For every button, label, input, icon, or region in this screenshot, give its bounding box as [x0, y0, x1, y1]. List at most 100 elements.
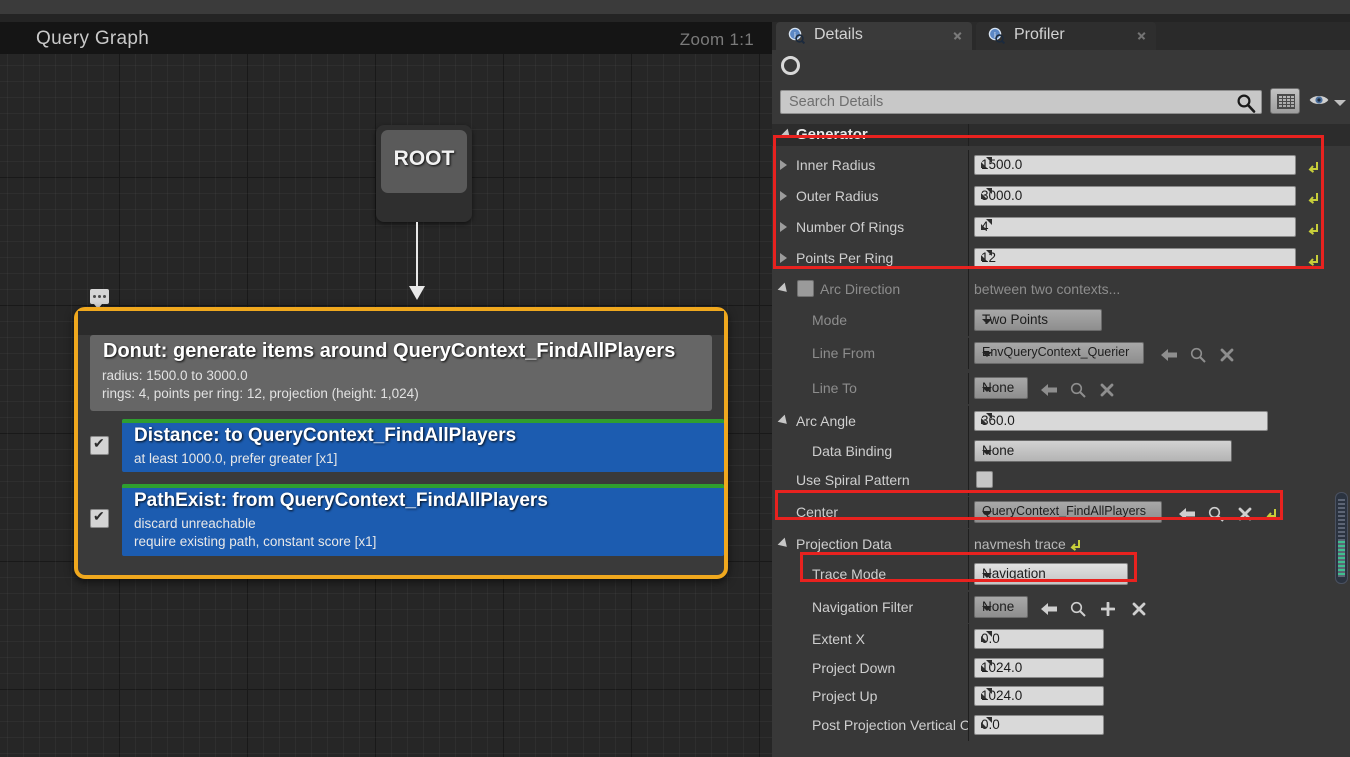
tab-profiler[interactable]: i Profiler [976, 22, 1156, 50]
test-card-distance[interactable]: Distance: to QueryContext_FindAllPlayers… [122, 419, 724, 472]
test-title-pathexist: PathExist: from QueryContext_FindAllPlay… [134, 490, 548, 511]
browse-icon[interactable] [1070, 382, 1086, 398]
graph-title: Query Graph [36, 28, 150, 49]
expander-icon[interactable] [780, 160, 787, 170]
spinner-icon[interactable] [981, 157, 992, 168]
spinner-icon[interactable] [981, 413, 992, 424]
arc-direction-checkbox[interactable] [797, 280, 814, 297]
property-value-line-to-dropdown[interactable]: None [974, 377, 1028, 399]
add-icon[interactable] [1100, 601, 1116, 617]
property-value-center-dropdown[interactable]: QueryContext_FindAllPlayers [974, 501, 1162, 523]
spinner-icon[interactable] [981, 219, 992, 230]
clear-icon[interactable] [1100, 383, 1114, 397]
generator-node-body: Donut: generate items around QueryContex… [90, 335, 712, 411]
category-header-generator[interactable]: Generator [772, 124, 1350, 146]
generator-node-topbar [78, 311, 724, 335]
property-value-points-per-ring[interactable]: 12 [974, 248, 1296, 268]
browse-icon[interactable] [1190, 347, 1206, 363]
browse-icon[interactable] [1070, 601, 1086, 617]
tab-details-close-icon[interactable] [953, 31, 962, 40]
property-row-number-of-rings[interactable]: Number Of Rings 4 [772, 212, 1350, 243]
expander-icon[interactable] [780, 222, 787, 232]
expander-icon[interactable] [777, 414, 791, 428]
details-vertical-scrollbar[interactable] [1335, 492, 1348, 584]
expander-icon[interactable] [777, 537, 791, 551]
test-enabled-checkbox-distance[interactable] [90, 434, 109, 455]
property-row-arc-direction[interactable]: Arc Direction between two contexts... [772, 274, 1350, 305]
spinner-icon[interactable] [981, 717, 992, 728]
property-row-line-from[interactable]: Line From EnvQueryContext_Querier [772, 338, 1350, 369]
reset-icon[interactable] [1306, 158, 1320, 173]
eye-icon[interactable] [1308, 92, 1330, 113]
tab-details[interactable]: i Details [776, 22, 972, 50]
property-row-line-to[interactable]: Line To None [772, 373, 1350, 404]
property-value-inner-radius[interactable]: 1500.0 [974, 155, 1296, 175]
reset-icon[interactable] [1306, 251, 1320, 266]
test-card-pathexist[interactable]: PathExist: from QueryContext_FindAllPlay… [122, 484, 724, 556]
expander-icon[interactable] [780, 191, 787, 201]
spinner-icon[interactable] [981, 188, 992, 199]
property-value-project-down[interactable]: 1024.0 [974, 658, 1104, 678]
reset-icon[interactable] [1264, 505, 1278, 520]
property-row-navigation-filter[interactable]: Navigation Filter None [772, 592, 1350, 623]
property-row-extent-x[interactable]: Extent X 0.0 [772, 624, 1350, 655]
property-row-outer-radius[interactable]: Outer Radius 3000.0 [772, 181, 1350, 212]
reset-icon[interactable] [1306, 189, 1320, 204]
property-row-data-binding[interactable]: Data Binding None [772, 436, 1350, 467]
property-value-navigation-filter-dropdown[interactable]: None [974, 596, 1028, 618]
spinner-icon[interactable] [981, 660, 992, 671]
property-row-project-up[interactable]: Project Up 1024.0 [772, 681, 1350, 712]
category-expander-icon [780, 128, 794, 142]
search-input-wrapper[interactable]: Search Details [780, 90, 1262, 114]
property-value-line-from-dropdown[interactable]: EnvQueryContext_Querier [974, 342, 1144, 364]
circle-icon[interactable] [781, 56, 800, 75]
property-value-arc-angle[interactable]: 360.0 [974, 411, 1268, 431]
reset-icon[interactable] [1306, 220, 1320, 235]
property-value-mode-dropdown[interactable]: Two Points [974, 309, 1102, 331]
expander-icon[interactable] [780, 253, 787, 263]
clear-icon[interactable] [1132, 602, 1146, 616]
property-row-project-down[interactable]: Project Down 1024.0 [772, 653, 1350, 684]
clear-icon[interactable] [1238, 507, 1252, 521]
property-value-project-up[interactable]: 1024.0 [974, 686, 1104, 706]
spinner-icon[interactable] [981, 250, 992, 261]
tab-profiler-close-icon[interactable] [1137, 31, 1146, 40]
expander-icon[interactable] [777, 282, 791, 296]
test-title-distance: Distance: to QueryContext_FindAllPlayers [134, 425, 517, 446]
use-spiral-pattern-checkbox[interactable] [976, 471, 993, 488]
property-row-trace-mode[interactable]: Trace Mode Navigation [772, 559, 1350, 590]
spinner-icon[interactable] [981, 631, 992, 642]
property-row-post-projection-vertical-offset[interactable]: Post Projection Vertical Offs 0.0 [772, 710, 1350, 741]
grid-view-icon[interactable] [1270, 88, 1300, 114]
property-value-number-of-rings[interactable]: 4 [974, 217, 1296, 237]
property-row-projection-data[interactable]: Projection Data navmesh trace [772, 529, 1350, 560]
property-row-center[interactable]: Center QueryContext_FindAllPlayers [772, 497, 1350, 528]
back-arrow-icon[interactable] [1160, 348, 1178, 362]
chevron-down-icon[interactable] [1334, 100, 1346, 106]
graph-zoom-level: Zoom 1:1 [679, 30, 754, 49]
graph-titlebar: Query Graph Zoom 1:1 [0, 22, 772, 54]
back-arrow-icon[interactable] [1040, 602, 1058, 616]
test-detail-distance-0: at least 1000.0, prefer greater [x1] [134, 451, 338, 466]
property-value-outer-radius[interactable]: 3000.0 [974, 186, 1296, 206]
test-enabled-checkbox-pathexist[interactable] [90, 507, 109, 528]
comment-bubble-icon[interactable] [90, 289, 109, 309]
property-row-arc-angle[interactable]: Arc Angle 360.0 [772, 406, 1350, 437]
clear-icon[interactable] [1220, 348, 1234, 362]
property-row-use-spiral-pattern[interactable]: Use Spiral Pattern [772, 465, 1350, 496]
back-arrow-icon[interactable] [1178, 507, 1196, 521]
graph-node-generator-donut[interactable]: Donut: generate items around QueryContex… [74, 307, 728, 579]
graph-node-root[interactable]: ROOT [376, 125, 472, 222]
browse-icon[interactable] [1208, 506, 1224, 522]
property-row-points-per-ring[interactable]: Points Per Ring 12 [772, 243, 1350, 274]
property-value-trace-mode-dropdown[interactable]: Navigation [974, 563, 1128, 585]
property-row-inner-radius[interactable]: Inner Radius 1500.0 [772, 150, 1350, 181]
property-row-mode[interactable]: Mode Two Points [772, 305, 1350, 336]
spinner-icon[interactable] [981, 688, 992, 699]
back-arrow-icon[interactable] [1040, 383, 1058, 397]
property-value-data-binding-dropdown[interactable]: None [974, 440, 1232, 462]
reset-icon[interactable] [1068, 536, 1082, 551]
search-icon[interactable] [1236, 93, 1256, 118]
property-value-extent-x[interactable]: 0.0 [974, 629, 1104, 649]
property-value-post-projection-vertical-offset[interactable]: 0.0 [974, 715, 1104, 735]
